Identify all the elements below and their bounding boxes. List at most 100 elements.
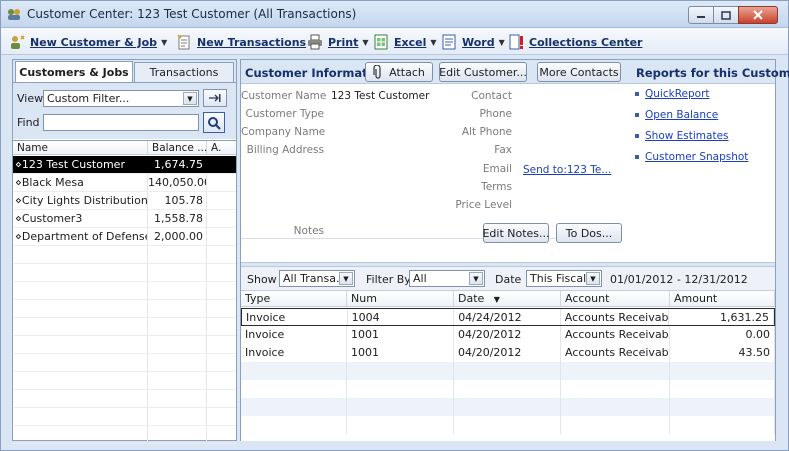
chevron-down-icon[interactable]: ▼	[183, 92, 197, 105]
filter-by-select[interactable]: All ▼	[409, 270, 485, 287]
transaction-amount: 1,631.25	[669, 309, 774, 325]
customer-center-window: Customer Center: 123 Test Customer (All …	[0, 0, 789, 451]
column-header-balance[interactable]: Balance ...	[148, 141, 207, 154]
bullet-icon	[635, 155, 639, 159]
empty-cell	[13, 264, 148, 281]
print-button[interactable]: Print ▼	[307, 33, 369, 51]
find-search-button[interactable]	[203, 112, 225, 133]
transaction-account: Accounts Receivable	[561, 344, 670, 362]
word-button[interactable]: Word ▼	[441, 33, 505, 51]
new-transactions-button[interactable]: New Transactions ▼	[176, 33, 316, 51]
collections-center-button[interactable]: Collections Center	[508, 33, 642, 51]
excel-button[interactable]: Excel ▼	[373, 33, 437, 51]
empty-cell	[148, 264, 207, 281]
transaction-row[interactable]: Invoice 1001 04/20/2012 Accounts Receivable…	[241, 326, 775, 344]
alt-phone-label: Alt Phone	[461, 126, 512, 138]
print-label: Print	[328, 35, 359, 49]
empty-cell	[454, 398, 561, 416]
window-title: Customer Center: 123 Test Customer (All …	[27, 7, 357, 21]
fax-label: Fax	[494, 144, 512, 156]
column-header-type[interactable]: Type	[241, 291, 347, 306]
chevron-down-icon[interactable]: ▼	[469, 272, 483, 285]
billing-address-label: Billing Address	[246, 144, 324, 156]
customer-balance: 105.78	[148, 192, 207, 209]
report-link-show-estimates[interactable]: Show Estimates	[635, 130, 729, 142]
empty-transaction-row	[241, 362, 775, 380]
column-header-name[interactable]: Name	[13, 141, 148, 154]
report-link-label: QuickReport	[645, 88, 710, 100]
empty-cell	[670, 380, 775, 398]
customer-attach-cell	[207, 210, 236, 227]
jump-to-button[interactable]	[203, 89, 227, 107]
report-link-label: Open Balance	[645, 109, 719, 121]
transaction-amount: 43.50	[670, 344, 775, 362]
customer-row[interactable]: ⋄123 Test Customer 1,674.75	[13, 156, 236, 174]
empty-customer-row	[13, 390, 236, 408]
empty-cell	[670, 398, 775, 416]
transaction-amount: 0.00	[670, 326, 775, 344]
empty-cell	[207, 354, 236, 371]
column-header-date[interactable]: Date ▼	[454, 291, 561, 306]
sort-descending-icon: ▼	[493, 295, 500, 304]
attach-button[interactable]: Attach	[365, 62, 433, 82]
column-header-attach[interactable]: A.	[207, 141, 236, 154]
transaction-num: 1004	[348, 309, 455, 325]
transaction-row[interactable]: Invoice 1004 04/24/2012 Accounts Receivable…	[241, 308, 775, 326]
empty-customer-row	[13, 318, 236, 336]
report-link-quickreport[interactable]: QuickReport	[635, 88, 710, 100]
empty-cell	[561, 362, 670, 380]
customer-type-label: Customer Type	[245, 108, 324, 120]
transaction-row[interactable]: Invoice 1001 04/20/2012 Accounts Receivable…	[241, 344, 775, 362]
report-link-customer-snapshot[interactable]: Customer Snapshot	[635, 151, 748, 163]
to-dos-button[interactable]: To Dos...	[556, 223, 622, 243]
show-select[interactable]: All Transa... ▼	[279, 270, 355, 287]
new-customer-job-button[interactable]: New Customer & Job ▼	[9, 33, 167, 51]
empty-cell	[13, 282, 148, 299]
empty-cell	[148, 336, 207, 353]
chevron-down-icon[interactable]: ▼	[339, 272, 353, 285]
tab-customers-jobs[interactable]: Customers & Jobs	[15, 61, 133, 83]
date-select[interactable]: This Fiscal... ▼	[526, 270, 602, 287]
phone-label: Phone	[479, 108, 512, 120]
empty-cell	[148, 372, 207, 389]
customer-balance: 140,050.00	[148, 174, 207, 191]
view-select[interactable]: Custom Filter... ▼	[43, 90, 199, 107]
empty-customer-row	[13, 354, 236, 372]
minimize-button[interactable]	[688, 6, 714, 24]
close-button[interactable]	[738, 6, 778, 24]
title-bar[interactable]: Customer Center: 123 Test Customer (All …	[1, 1, 788, 28]
maximize-button[interactable]	[713, 6, 739, 24]
column-header-account[interactable]: Account	[561, 291, 670, 306]
column-header-num[interactable]: Num	[347, 291, 454, 306]
report-link-open-balance[interactable]: Open Balance	[635, 109, 718, 121]
customer-row[interactable]: ⋄Customer3 1,558.78	[13, 210, 236, 228]
customer-balance: 2,000.00	[148, 228, 207, 245]
tab-transactions[interactable]: Transactions	[134, 62, 234, 82]
dropdown-arrow-icon: ▼	[362, 37, 369, 47]
empty-customer-row	[13, 336, 236, 354]
transaction-date: 04/20/2012	[454, 344, 561, 362]
customer-row[interactable]: ⋄City Lights Distribution 105.78	[13, 192, 236, 210]
chevron-down-icon[interactable]: ▼	[586, 272, 600, 285]
customer-attach-cell	[207, 174, 236, 191]
customer-row[interactable]: ⋄Department of Defense 2,000.00	[13, 228, 236, 246]
more-contacts-button[interactable]: More Contacts	[537, 62, 621, 82]
send-email-link[interactable]: Send to:123 Te...	[523, 164, 611, 176]
terms-label: Terms	[481, 181, 512, 193]
transaction-date: 04/20/2012	[454, 326, 561, 344]
edit-customer-button[interactable]: Edit Customer...	[439, 62, 527, 82]
empty-cell	[207, 282, 236, 299]
empty-cell	[207, 408, 236, 425]
customer-row[interactable]: ⋄Black Mesa 140,050.00	[13, 174, 236, 192]
empty-cell	[13, 318, 148, 335]
find-label: Find	[17, 116, 40, 129]
find-input[interactable]	[43, 114, 199, 131]
bullet-icon	[635, 92, 639, 96]
empty-cell	[561, 380, 670, 398]
empty-cell	[13, 336, 148, 353]
edit-notes-button[interactable]: Edit Notes...	[482, 223, 550, 243]
customer-attach-cell	[207, 228, 236, 245]
filter-by-label: Filter By	[366, 273, 411, 286]
column-header-amount[interactable]: Amount	[670, 291, 775, 306]
customer-name-cell: ⋄Department of Defense	[13, 228, 148, 245]
